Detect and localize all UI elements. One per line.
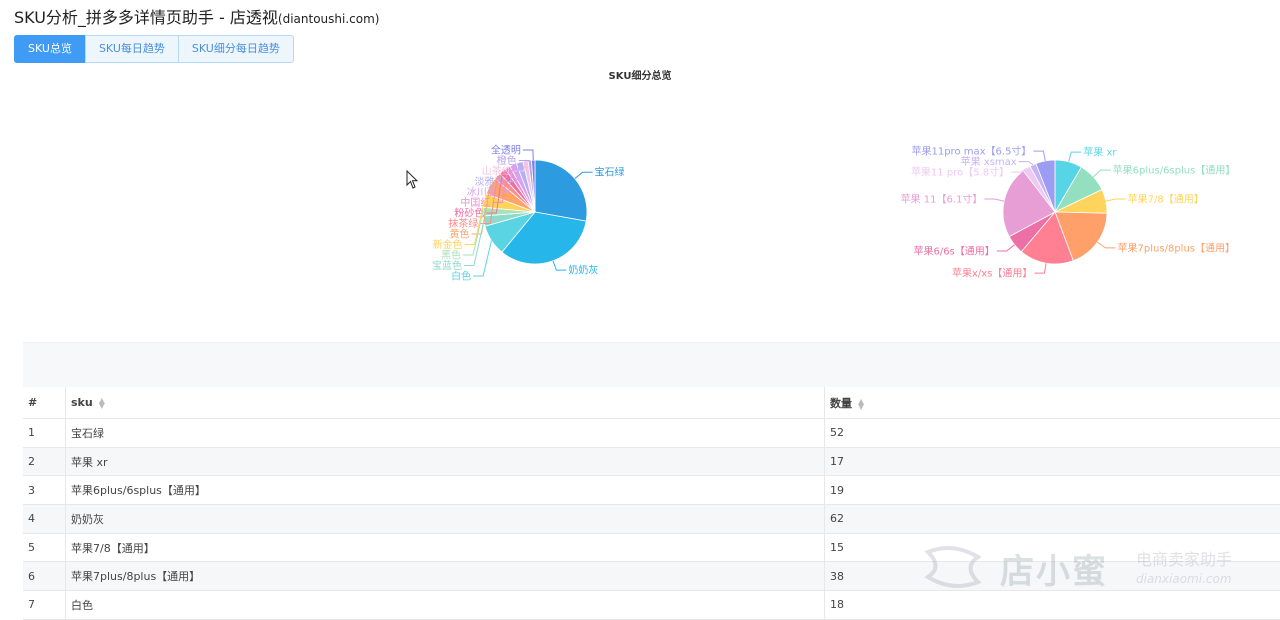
- table-row: 3 苹果6plus/6splus【通用】 19: [23, 476, 1280, 505]
- pie-label: 苹果11 pro【5.8寸】: [911, 166, 1009, 179]
- row-sku: 奶奶灰: [66, 505, 825, 534]
- pie-label: 粉砂色: [454, 207, 484, 220]
- row-index: 2: [23, 447, 66, 476]
- charts-title: SKU细分总览: [0, 67, 1280, 82]
- pie-label: 全透明: [491, 144, 521, 157]
- row-sku: 宝石绿: [66, 419, 825, 448]
- pie-label: 苹果x/xs【通用】: [952, 267, 1032, 280]
- pie-label-line: [1033, 151, 1045, 161]
- page-title-text: SKU分析_拼多多详情页助手 - 店透视: [14, 8, 278, 27]
- pie-label-line: [997, 245, 1015, 251]
- col-qty-header[interactable]: 数量 ▲▼: [825, 387, 1280, 419]
- col-sku-header[interactable]: sku ▲▼: [66, 387, 825, 419]
- table-row: 1 宝石绿 52: [23, 419, 1280, 448]
- pie-label: 苹果11pro max【6.5寸】: [911, 145, 1031, 158]
- pie-label: 苹果7/8【通用】: [1128, 193, 1204, 206]
- table-toolbar: [23, 342, 1280, 387]
- pie-label: 抹茶绿: [448, 217, 478, 230]
- pie-chart-colors: 宝石绿奶奶灰全透明橙色山茶红淡雅紫冰川蓝中国红粉砂色抹茶绿黄色新金色黑色宝蓝色白…: [380, 110, 700, 310]
- row-index: 4: [23, 505, 66, 534]
- row-sku: 苹果7plus/8plus【通用】: [66, 562, 825, 591]
- pie-label: 苹果6/6s【通用】: [913, 244, 994, 257]
- sort-icon[interactable]: ▲▼: [858, 399, 864, 409]
- watermark-text: 店小蜜: [1000, 544, 1108, 593]
- page-title-domain: (diantoushi.com): [278, 12, 380, 26]
- mouse-cursor-icon: [406, 170, 420, 190]
- pie-label: 黑色: [441, 249, 461, 262]
- tab-sku-daily-trend[interactable]: SKU每日趋势: [85, 35, 179, 63]
- row-sku: 苹果 xr: [66, 447, 825, 476]
- pie-label: 苹果7plus/8plus【通用】: [1118, 241, 1235, 254]
- pie-slice[interactable]: [535, 160, 587, 221]
- row-index: 1: [23, 419, 66, 448]
- pie-label: 冰川蓝: [467, 186, 497, 199]
- table-header-row: # sku ▲▼ 数量 ▲▼: [23, 387, 1280, 419]
- pie-chart-models: 苹果 xr 苹果6plus/6splus【通用】苹果7/8【通用】苹果7plus/…: [860, 110, 1280, 310]
- pie-label: 苹果6plus/6splus【通用】: [1113, 164, 1236, 177]
- watermark-logo-icon: [918, 542, 988, 592]
- row-sku: 白色: [66, 591, 825, 620]
- page-title: SKU分析_拼多多详情页助手 - 店透视(diantoushi.com): [14, 4, 379, 28]
- table-row: 2 苹果 xr 17: [23, 447, 1280, 476]
- pie-label: 宝蓝色: [432, 259, 462, 272]
- pie-label-line: [1097, 242, 1115, 248]
- pie-label: 苹果 xr: [1083, 146, 1117, 159]
- col-sku-label: sku: [71, 396, 93, 409]
- pie-label-line: [1069, 152, 1082, 162]
- pie-label: 黄色: [449, 228, 469, 241]
- watermark-slogan: 电商卖家助手: [1136, 546, 1232, 570]
- sort-icon[interactable]: ▲▼: [99, 398, 105, 408]
- col-qty-label: 数量: [830, 397, 852, 410]
- pie-label-line: [1106, 199, 1126, 201]
- pie-label-line: [1034, 263, 1046, 273]
- row-sku: 苹果7/8【通用】: [66, 533, 825, 562]
- pie-label-line: [984, 199, 1004, 201]
- watermark: 店小蜜 电商卖家助手 dianxiaomi.com: [918, 538, 1258, 598]
- row-index: 6: [23, 562, 66, 591]
- pie-label: 橙色: [497, 154, 517, 167]
- pie-label: 宝石绿: [595, 166, 625, 179]
- tab-sku-overview[interactable]: SKU总览: [14, 35, 86, 63]
- watermark-url: dianxiaomi.com: [1136, 572, 1232, 586]
- table-row: 4 奶奶灰 62: [23, 505, 1280, 534]
- row-index: 7: [23, 591, 66, 620]
- pie-label: 奶奶灰: [568, 264, 598, 277]
- col-index-header: #: [23, 387, 66, 419]
- row-sku: 苹果6plus/6splus【通用】: [66, 476, 825, 505]
- tab-sku-detail-daily-trend[interactable]: SKU细分每日趋势: [178, 35, 294, 63]
- row-qty: 62: [825, 505, 1280, 534]
- pie-label: 苹果 xsmax: [961, 155, 1017, 168]
- pie-label: 白色: [451, 270, 471, 283]
- pie-label-line: [1019, 162, 1033, 165]
- row-qty: 52: [825, 419, 1280, 448]
- row-index: 3: [23, 476, 66, 505]
- row-qty: 17: [825, 447, 1280, 476]
- row-qty: 19: [825, 476, 1280, 505]
- pie-label: 新金色: [433, 238, 463, 251]
- pie-label-line: [575, 172, 593, 178]
- tab-bar: SKU总览 SKU每日趋势 SKU细分每日趋势: [14, 35, 293, 63]
- pie-label-line: [1093, 170, 1110, 177]
- row-index: 5: [23, 533, 66, 562]
- pie-label: 苹果 11【6.1寸】: [901, 193, 983, 206]
- pie-label-line: [553, 261, 566, 270]
- pie-label-line: [523, 150, 533, 160]
